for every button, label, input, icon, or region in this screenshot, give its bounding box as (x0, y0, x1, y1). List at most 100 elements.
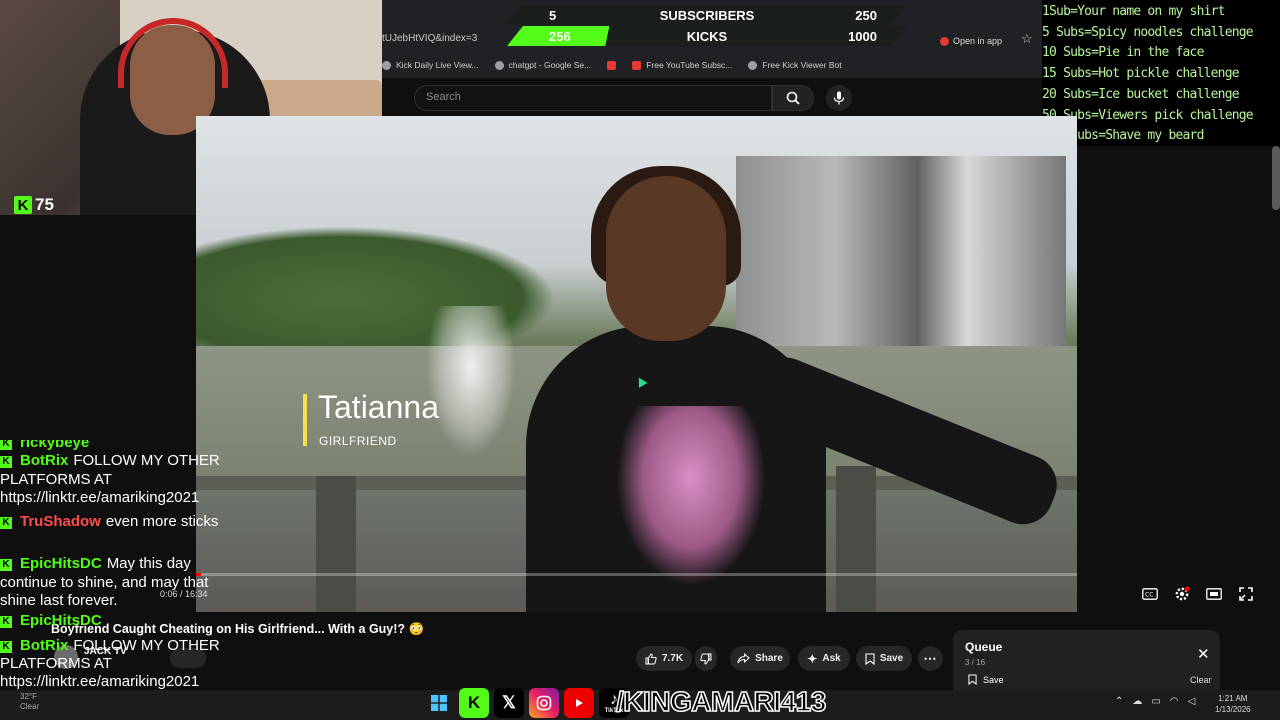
clock-time: 1:21 AM (1218, 694, 1248, 703)
kick-icon: K (459, 688, 489, 718)
weather-widget[interactable]: 32°F Clear (20, 692, 39, 712)
queue-save-label: Save (983, 674, 1004, 685)
chat-message: K BotRix FOLLOW MY OTHER PLATFORMS AT http… (0, 452, 240, 507)
kick-logo-icon: K (0, 456, 12, 469)
bookmark-star-icon[interactable]: ☆ (1021, 31, 1033, 47)
video-progress-bar[interactable] (196, 573, 1077, 576)
sub-goals-list: 1Sub=Your name on my shirt 5 Subs=Spicy … (1042, 0, 1280, 146)
subscriber-goal: 5 SUBSCRIBERS 250 (507, 5, 907, 25)
chat-username: rickybeye (20, 440, 90, 451)
miniplayer-icon (1206, 588, 1222, 600)
kick-count: 75 (35, 195, 54, 214)
bookmark-label: chatgpt - Google Se... (508, 60, 592, 70)
bookmark-chatgpt[interactable]: chatgpt - Google Se... (494, 60, 592, 70)
chat-message: K EpicHitsDC May this day continue to shin… (0, 555, 240, 610)
chat-message: K TruShadow even more sticks (0, 513, 240, 531)
display-icon[interactable]: ▭ (1151, 696, 1160, 707)
kicks-target: 1000 (848, 28, 877, 44)
youtube-icon (564, 688, 594, 718)
page-scrollbar[interactable] (1272, 146, 1280, 210)
share-icon (737, 653, 750, 664)
goal-item: 10 Subs=Pie in the face (1042, 45, 1204, 61)
wifi-icon[interactable]: ◠ (1170, 696, 1179, 707)
instagram-icon (529, 688, 559, 718)
bookmark-youtube[interactable] (607, 60, 617, 70)
search-button[interactable] (772, 85, 814, 111)
weather-temp: 32°F (20, 692, 37, 701)
youtube-icon (632, 60, 642, 70)
bookmark-icon (968, 674, 977, 685)
queue-clear-button[interactable]: Clear (1190, 675, 1212, 685)
goal-item: 5 Subs=Spicy noodles challenge (1042, 24, 1254, 40)
dislike-button[interactable] (695, 646, 717, 671)
chat-text: even more sticks (105, 513, 219, 531)
stream-goal-bar: 5 SUBSCRIBERS 250 256 KICKS 1000 (507, 2, 907, 46)
share-button[interactable]: Share (730, 646, 790, 671)
open-in-app-label: Open in app (953, 36, 1003, 46)
share-label: Share (755, 653, 783, 664)
cloud-icon[interactable]: ☁ (1132, 696, 1142, 707)
search-input[interactable] (414, 85, 772, 111)
save-label: Save (879, 653, 904, 664)
thumbs-up-icon (645, 652, 657, 664)
sparkle-icon: ✦ (807, 651, 818, 666)
microphone-icon (833, 91, 845, 105)
bookmarks-bar: Kick Daily Live View... chatgpt - Google… (382, 55, 1042, 75)
ask-button[interactable]: ✦ Ask (798, 646, 850, 671)
bookmark-kick-daily[interactable]: Kick Daily Live View... (382, 60, 479, 70)
open-in-app-button[interactable]: Open in app (940, 34, 1012, 48)
youtube-icon (607, 60, 617, 70)
like-count: 7.7K (661, 653, 684, 664)
subscriber-target: 250 (855, 7, 877, 23)
subscriber-goal-label: SUBSCRIBERS (659, 7, 755, 23)
kick-logo-icon: K (0, 640, 12, 653)
more-actions-button[interactable]: ⋯ (918, 646, 943, 671)
bookmark-label: Free Kick Viewer Bot (762, 60, 842, 70)
miniplayer-button[interactable] (1204, 584, 1224, 604)
volume-icon[interactable]: ◁ (1188, 696, 1196, 707)
windows-start-button[interactable] (424, 688, 454, 718)
save-button[interactable]: Save (856, 646, 912, 671)
taskbar-pinned: K 𝕏 ♪ TikTok (424, 688, 629, 718)
bookmark-free-youtube[interactable]: Free YouTube Subsc... (632, 60, 732, 70)
close-icon[interactable]: ✕ (1197, 645, 1210, 663)
video-player[interactable] (196, 116, 1077, 612)
bookmark-icon (382, 60, 391, 70)
voice-search-button[interactable] (826, 85, 852, 111)
chat-username: EpicHitsDC (20, 612, 102, 630)
lower-third-name: Tatianna (318, 389, 439, 425)
queue-save-button[interactable]: Save (968, 674, 1004, 685)
youtube-icon (940, 36, 949, 46)
search-icon (786, 91, 800, 105)
like-button[interactable]: 7.7K (636, 646, 692, 671)
globe-icon (748, 60, 758, 70)
system-tray: ⌃ ☁ ▭ ◠ ◁ (1115, 696, 1195, 707)
weather-text: Clear (20, 702, 40, 711)
taskbar-clock[interactable]: 1:21 AM 1/13/2026 (1215, 693, 1251, 715)
bookmark-label: Free YouTube Subsc... (646, 60, 733, 70)
bookmark-icon (865, 652, 875, 665)
fullscreen-button[interactable] (1236, 584, 1256, 604)
svg-text:CC: CC (1145, 592, 1153, 599)
fullscreen-icon (1239, 587, 1253, 601)
bookmark-kick-viewer[interactable]: Free Kick Viewer Bot (748, 60, 842, 70)
gear-icon (1175, 586, 1190, 601)
captions-icon: CC (1142, 588, 1158, 600)
chat-username: TruShadow (20, 513, 101, 531)
kick-logo-icon: K (0, 559, 12, 572)
kick-logo-icon: K (0, 440, 12, 450)
chevron-up-icon[interactable]: ⌃ (1115, 696, 1123, 707)
kicks-goal-label: KICKS (686, 28, 728, 44)
chat-message: K EpicHitsDC (0, 612, 240, 630)
kick-logo-icon: K (14, 196, 32, 214)
chat-username: EpicHitsDC (20, 555, 102, 573)
address-bar-text[interactable]: tUJebHtVIQ&index=3 (382, 33, 477, 44)
captions-button[interactable]: CC (1140, 584, 1160, 604)
bookmark-label: Kick Daily Live View... (396, 60, 479, 70)
settings-button[interactable] (1172, 584, 1192, 604)
x-icon: 𝕏 (494, 688, 524, 718)
chat-username: BotRix (20, 636, 69, 654)
kicks-goal: 256 KICKS 1000 (507, 26, 907, 46)
queue-count: 3 / 16 (965, 658, 986, 667)
kick-logo-icon: K (0, 616, 12, 629)
